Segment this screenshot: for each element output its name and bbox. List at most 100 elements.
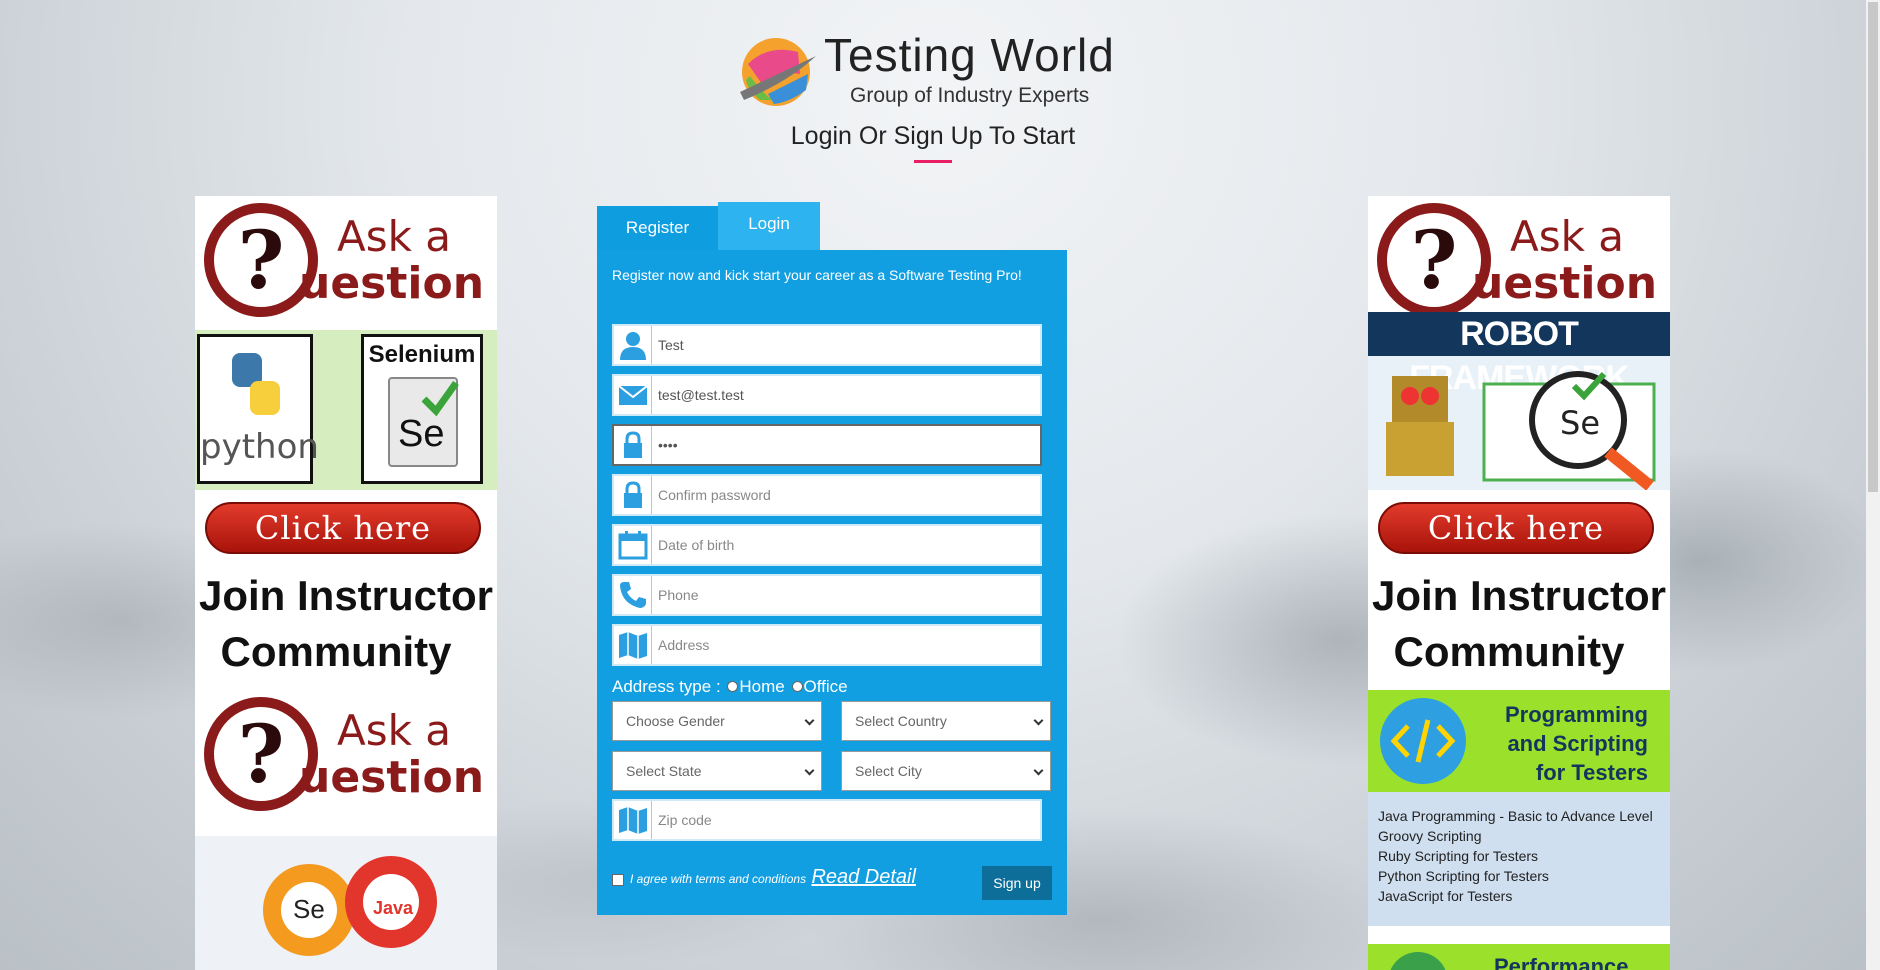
phone-input[interactable] xyxy=(658,576,1038,614)
home-radio[interactable] xyxy=(727,681,739,693)
email-field-wrap xyxy=(612,374,1042,416)
left-ad-column: ? Ask a uestion python Selenium Se Click… xyxy=(195,196,497,970)
java-gear-label: Java xyxy=(373,898,414,918)
code-icon xyxy=(1380,698,1466,784)
lock-icon xyxy=(614,426,652,464)
programming-title: Programming and Scripting for Testers xyxy=(1505,700,1648,787)
brand-tagline: Group of Industry Experts xyxy=(850,84,1090,107)
performance-title: Performance xyxy=(1494,954,1629,970)
page-title: Login Or Sign Up To Start xyxy=(790,122,1076,150)
terms-row: I agree with terms and conditions Read D… xyxy=(612,866,916,889)
map-icon xyxy=(614,626,652,664)
ask-question-ad[interactable]: ? Ask a uestion xyxy=(195,196,497,330)
join-line1: Join Instructor xyxy=(198,572,494,619)
instructor-community-ad[interactable]: Click here Join Instructor Community xyxy=(195,490,497,686)
course-item[interactable]: Python Scripting for Testers xyxy=(1378,866,1660,886)
phone-field-wrap xyxy=(612,574,1042,616)
performance-icon xyxy=(1388,952,1448,970)
zip-input[interactable] xyxy=(658,801,1038,839)
programming-scripting-ad[interactable]: Programming and Scripting for Testers xyxy=(1368,690,1670,792)
gender-select-value: Choose Gender xyxy=(626,713,725,729)
state-select-value: Select State xyxy=(626,763,702,779)
sign-up-button[interactable]: Sign up xyxy=(982,866,1052,900)
selenium-java-ad[interactable]: Se Java xyxy=(195,836,497,970)
click-here-button[interactable]: Click here xyxy=(1378,502,1654,554)
robot-framework-ad[interactable]: ROBOT FRAMEWORK Se xyxy=(1368,312,1670,492)
ask-line1: Ask a xyxy=(1510,212,1625,261)
course-item[interactable]: Ruby Scripting for Testers xyxy=(1378,846,1660,866)
join-line1: Join Instructor xyxy=(1371,572,1667,619)
confirm-password-field-wrap xyxy=(612,474,1042,516)
join-line2: Community xyxy=(220,628,452,675)
se-label: Se xyxy=(398,413,445,455)
python-logo: python xyxy=(197,334,319,484)
ask-question-ad-right[interactable]: ? Ask a uestion xyxy=(1368,196,1670,312)
instructor-community-ad-right[interactable]: Click here Join Instructor Community xyxy=(1368,490,1670,686)
city-select-value: Select City xyxy=(855,763,922,779)
read-detail-link[interactable]: Read Detail xyxy=(811,866,916,888)
right-ad-column: ? Ask a uestion ROBOT FRAMEWORK Se Click… xyxy=(1368,196,1670,970)
checkmark-icon xyxy=(421,380,459,417)
selenium-logo: Selenium Se xyxy=(361,334,483,484)
terms-text: I agree with terms and conditions xyxy=(630,872,807,886)
country-select[interactable]: Select Country xyxy=(841,701,1051,741)
address-field-wrap xyxy=(612,624,1042,666)
ask-line1: Ask a xyxy=(337,706,452,755)
click-here-button[interactable]: Click here xyxy=(205,502,481,554)
selenium-badge: Se xyxy=(388,377,459,467)
city-select[interactable]: Select City xyxy=(841,751,1051,791)
home-radio-label: Home xyxy=(739,677,785,696)
office-radio[interactable] xyxy=(791,681,803,693)
python-icon xyxy=(232,353,280,415)
ask-line2: uestion xyxy=(299,752,485,803)
name-input[interactable] xyxy=(658,326,1038,364)
envelope-icon xyxy=(614,376,652,414)
chevron-down-icon xyxy=(804,765,815,776)
performance-ad[interactable]: Performance xyxy=(1368,944,1670,970)
address-type-group: Address type : Home Office xyxy=(612,677,848,697)
ask-line1: Ask a xyxy=(337,212,452,261)
lock-icon xyxy=(614,476,652,514)
brand-name: Testing World xyxy=(824,29,1115,81)
globe-logo-icon xyxy=(740,38,816,106)
selenium-label: Selenium xyxy=(368,341,476,368)
form-intro: Register now and kick start your career … xyxy=(612,267,1022,283)
scrollbar-thumb[interactable] xyxy=(1868,2,1878,492)
programming-title-line2: and Scripting xyxy=(1507,731,1648,756)
page-scrollbar[interactable] xyxy=(1866,0,1880,970)
robot-illustration-icon: Se xyxy=(1386,371,1656,491)
ask-question-ad-2[interactable]: ? Ask a uestion xyxy=(195,690,497,824)
site-logo[interactable]: Testing World Group of Industry Experts xyxy=(738,28,1138,114)
course-item[interactable]: Java Programming - Basic to Advance Leve… xyxy=(1378,806,1660,826)
course-item[interactable]: JavaScript for Testers xyxy=(1378,886,1660,906)
register-form: Register now and kick start your career … xyxy=(597,250,1067,915)
tab-login[interactable]: Login xyxy=(718,202,820,250)
ask-line2: uestion xyxy=(299,258,485,309)
svg-text:?: ? xyxy=(238,707,285,801)
password-input[interactable] xyxy=(658,426,1038,464)
chevron-down-icon xyxy=(1033,765,1044,776)
state-select[interactable]: Select State xyxy=(612,751,822,791)
python-label: python xyxy=(200,427,319,467)
password-field-wrap xyxy=(612,424,1042,466)
python-selenium-ad[interactable]: python Selenium Se xyxy=(195,330,497,490)
terms-checkbox[interactable] xyxy=(612,873,624,886)
svg-text:?: ? xyxy=(238,213,285,307)
gender-select[interactable]: Choose Gender xyxy=(612,701,822,741)
email-input[interactable] xyxy=(658,376,1038,414)
course-item[interactable]: Groovy Scripting xyxy=(1378,826,1660,846)
confirm-password-input[interactable] xyxy=(658,476,1038,514)
user-icon xyxy=(614,326,652,364)
course-list: Java Programming - Basic to Advance Leve… xyxy=(1368,792,1670,926)
phone-icon xyxy=(614,576,652,614)
join-line2: Community xyxy=(1393,628,1625,675)
address-input[interactable] xyxy=(658,626,1038,664)
tab-register[interactable]: Register xyxy=(597,206,718,252)
dob-input[interactable] xyxy=(658,526,1038,564)
chevron-down-icon xyxy=(1033,715,1044,726)
robot-framework-title: ROBOT FRAMEWORK xyxy=(1368,312,1670,397)
country-select-value: Select Country xyxy=(855,713,947,729)
svg-text:Se: Se xyxy=(1560,404,1600,442)
office-radio-label: Office xyxy=(803,677,848,696)
svg-text:?: ? xyxy=(1411,213,1458,307)
